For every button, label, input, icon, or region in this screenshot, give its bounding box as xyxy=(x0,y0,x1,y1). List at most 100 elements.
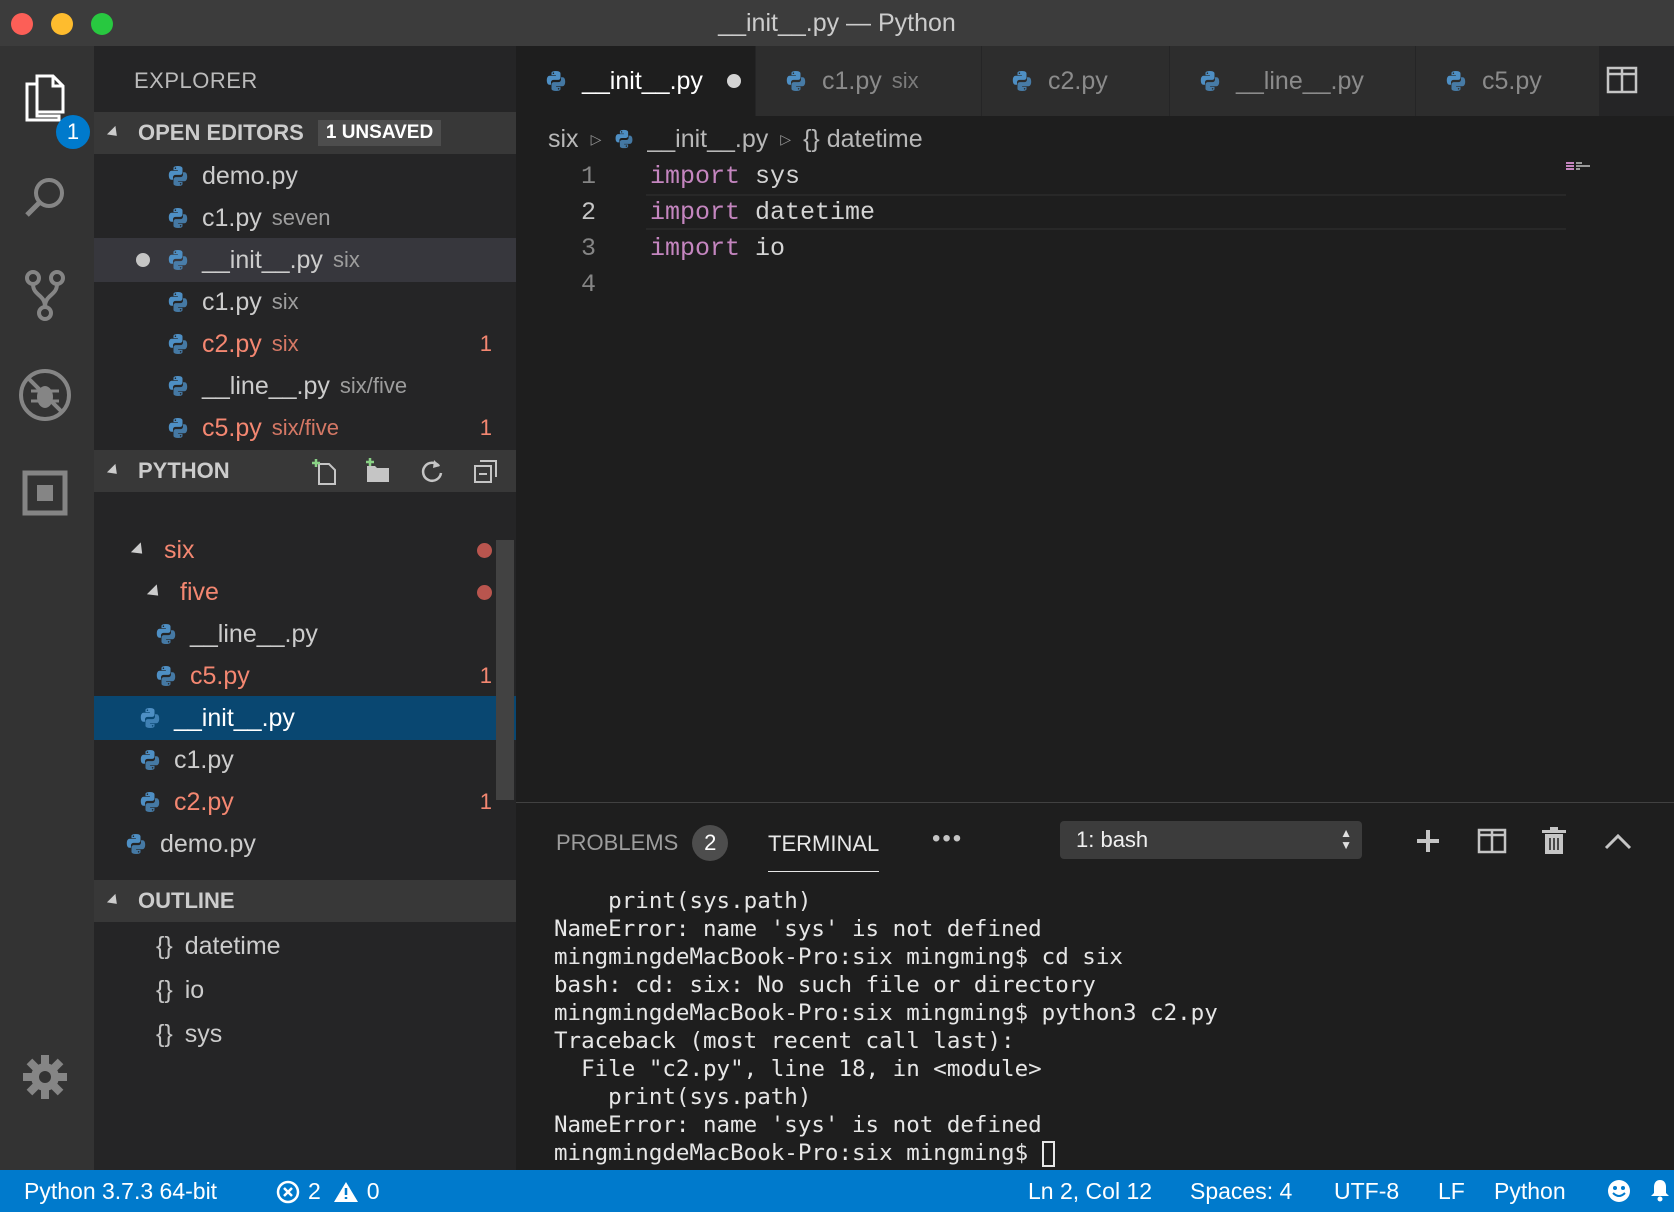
files-icon xyxy=(25,74,65,122)
problem-count: 1 xyxy=(479,663,492,688)
unsaved-dot-icon[interactable] xyxy=(726,74,741,88)
sidebar-title: EXPLORER xyxy=(134,68,258,93)
tree-file[interactable]: demo.py xyxy=(94,822,516,866)
namespace-icon: {} xyxy=(156,931,173,960)
feedback-smiley-icon[interactable] xyxy=(1606,1178,1632,1204)
python-interpreter[interactable]: Python 3.7.3 64-bit xyxy=(24,1178,217,1205)
tree-folder-six[interactable]: six xyxy=(94,528,516,572)
outline-item[interactable]: {} io xyxy=(94,968,516,1012)
python-file-icon xyxy=(166,164,190,188)
breadcrumb-file[interactable]: __init__.py xyxy=(647,125,768,154)
new-folder-icon[interactable] xyxy=(362,455,394,487)
python-file-icon xyxy=(544,69,568,93)
outline-item[interactable]: {} sys xyxy=(94,1012,516,1056)
unsaved-dot-icon xyxy=(136,253,150,267)
tree-file[interactable]: c1.py xyxy=(94,738,516,782)
split-terminal-icon[interactable] xyxy=(1476,825,1508,857)
refresh-icon[interactable] xyxy=(416,455,448,487)
cursor-position[interactable]: Ln 2, Col 12 xyxy=(1028,1178,1152,1205)
explorer-activity[interactable]: 1 xyxy=(14,66,90,149)
open-editor-item[interactable]: c2.py six 1 xyxy=(94,322,516,366)
terminal-line: bash: cd: six: No such file or directory xyxy=(554,972,1096,998)
outline-label: OUTLINE xyxy=(138,888,235,913)
collapse-chevron-icon xyxy=(106,893,122,909)
indentation[interactable]: Spaces: 4 xyxy=(1190,1178,1292,1205)
problem-count: 1 xyxy=(479,415,492,440)
more-actions-icon[interactable]: ••• xyxy=(932,825,963,853)
python-file-icon xyxy=(166,416,190,440)
python-file-icon xyxy=(154,622,178,646)
trash-icon[interactable] xyxy=(1538,825,1570,857)
problems-count-badge: 2 xyxy=(692,825,729,861)
terminal-output[interactable]: print(sys.path) NameError: name 'sys' is … xyxy=(554,887,1218,1167)
search-activity[interactable] xyxy=(14,166,76,228)
open-editors-header[interactable]: OPEN EDITORS 1 UNSAVED xyxy=(94,112,516,154)
open-editor-item[interactable]: c5.py six/five 1 xyxy=(94,406,516,450)
open-editor-item[interactable]: c1.py six xyxy=(94,280,516,324)
search-icon xyxy=(25,178,64,217)
activity-bar: 1 xyxy=(0,46,94,1170)
python-file-icon xyxy=(1444,69,1468,93)
bottom-panel: PROBLEMS 2 TERMINAL ••• 1: bash ▲ ▼ print… xyxy=(516,802,1674,1170)
encoding[interactable]: UTF-8 xyxy=(1334,1178,1399,1205)
debug-activity[interactable] xyxy=(14,364,76,426)
extensions-activity[interactable] xyxy=(14,462,76,524)
error-icon xyxy=(276,1180,300,1203)
tab-c5-py[interactable]: c5.py xyxy=(1416,46,1600,116)
tab-c1-py[interactable]: c1.py six xyxy=(756,46,982,116)
new-file-icon[interactable] xyxy=(308,455,340,487)
open-editor-item[interactable]: c1.py seven xyxy=(94,196,516,240)
unsaved-badge: 1 UNSAVED xyxy=(317,120,442,146)
window-title: __init__.py — Python xyxy=(718,9,956,37)
terminal-cursor xyxy=(1041,1140,1055,1167)
python-folder-header[interactable]: PYTHON xyxy=(94,450,516,492)
tab-line-py[interactable]: __line__.py xyxy=(1170,46,1416,116)
minimap[interactable] xyxy=(1566,162,1596,170)
terminal-select[interactable]: 1: bash ▲ ▼ xyxy=(1060,821,1362,859)
line-number: 2 xyxy=(580,197,596,227)
open-editor-item[interactable]: demo.py xyxy=(94,154,516,198)
tree-file-selected[interactable]: __init__.py xyxy=(94,696,516,740)
tab-problems[interactable]: PROBLEMS 2 xyxy=(556,825,729,861)
new-terminal-icon[interactable] xyxy=(1412,825,1444,857)
line-number: 3 xyxy=(580,233,596,263)
python-file-icon xyxy=(154,664,178,688)
manage-activity[interactable] xyxy=(14,1046,76,1108)
tree-file[interactable]: c2.py 1 xyxy=(94,780,516,824)
tree-file[interactable]: c5.py 1 xyxy=(94,654,516,698)
python-file-icon xyxy=(166,206,190,230)
language-mode[interactable]: Python xyxy=(1494,1178,1566,1205)
split-editor-icon[interactable] xyxy=(1606,66,1638,96)
tab-c2-py[interactable]: c2.py xyxy=(982,46,1170,116)
sidebar-explorer: EXPLORER OPEN EDITORS 1 UNSAVED demo.py … xyxy=(94,46,516,1170)
tab-terminal[interactable]: TERMINAL xyxy=(768,831,880,872)
maximize-panel-icon[interactable] xyxy=(1602,825,1634,857)
notifications-bell-icon[interactable] xyxy=(1650,1178,1670,1202)
python-file-icon xyxy=(613,128,635,150)
outline-item[interactable]: {} datetime xyxy=(94,924,516,968)
breadcrumb-folder[interactable]: six xyxy=(548,125,579,154)
breadcrumb-symbol[interactable]: {} datetime xyxy=(803,125,923,154)
open-editor-item-active[interactable]: __init__.py six xyxy=(94,238,516,282)
outline-header[interactable]: OUTLINE xyxy=(94,880,516,922)
tree-file[interactable]: __line__.py xyxy=(94,612,516,656)
problems-status[interactable]: 2 0 xyxy=(276,1178,380,1205)
collapse-all-icon[interactable] xyxy=(470,455,502,487)
collapse-chevron-icon xyxy=(106,125,122,141)
code-editor[interactable]: 1 import sys 2 import datetime 3 import … xyxy=(516,158,1674,798)
chevron-right-icon: ▷ xyxy=(780,130,792,147)
source-control-activity[interactable] xyxy=(14,264,76,326)
end-of-line[interactable]: LF xyxy=(1438,1178,1465,1205)
expand-chevron-icon xyxy=(130,541,148,559)
vscode-window: __init__.py — Python 1 EXPLORER OPEN EDI… xyxy=(0,0,1674,1212)
sidebar-scrollbar[interactable] xyxy=(496,540,514,800)
tree-folder-five[interactable]: five xyxy=(94,570,516,614)
terminal-line: mingmingdeMacBook-Pro:six mingming$ pyth… xyxy=(554,1000,1218,1026)
expand-chevron-icon xyxy=(146,583,164,601)
debug-icon xyxy=(19,369,71,421)
error-count: 2 xyxy=(308,1178,321,1204)
tab-init-py[interactable]: __init__.py xyxy=(516,46,756,116)
extensions-icon xyxy=(22,470,68,516)
open-editor-item[interactable]: __line__.py six/five xyxy=(94,364,516,408)
namespace-icon: {} xyxy=(156,975,173,1004)
